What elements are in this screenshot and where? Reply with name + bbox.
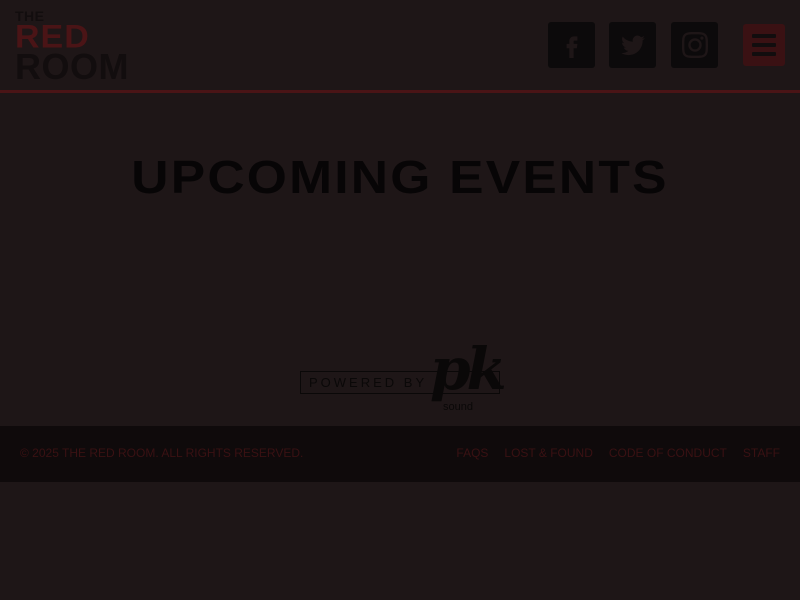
copyright-text: © 2025 THE RED ROOM. ALL RIGHTS RESERVED… (20, 446, 304, 460)
logo-line-room: ROOM (15, 46, 129, 87)
hamburger-menu-button[interactable] (743, 24, 785, 66)
footer-link-code-of-conduct[interactable]: CODE OF CONDUCT (609, 446, 727, 460)
footer-link-lost-found[interactable]: LOST & FOUND (504, 446, 592, 460)
pk-brand-sub: sound (443, 401, 473, 413)
powered-by-text: POWERED BY (309, 375, 428, 390)
site-header: THE RED ROOM (0, 0, 800, 93)
facebook-button[interactable] (548, 22, 595, 68)
powered-by-pk-sound-logo[interactable]: POWERED BY pk sound (300, 335, 507, 420)
pk-brand-mark: pk (430, 335, 507, 403)
site-logo[interactable]: THE RED ROOM (15, 9, 160, 87)
menu-bar (752, 34, 776, 38)
twitter-button[interactable] (609, 22, 656, 68)
instagram-button[interactable] (671, 22, 718, 68)
page-title: UPCOMING EVENTS (131, 151, 669, 203)
instagram-icon (681, 32, 708, 58)
footer-link-faqs[interactable]: FAQS (456, 446, 488, 460)
twitter-icon (620, 35, 645, 56)
menu-bar (752, 43, 776, 47)
menu-bar (752, 52, 776, 56)
footer-nav: FAQS LOST & FOUND CODE OF CONDUCT STAFF (456, 446, 780, 460)
facebook-icon (566, 36, 577, 58)
footer-link-staff[interactable]: STAFF (743, 446, 780, 460)
site-footer: © 2025 THE RED ROOM. ALL RIGHTS RESERVED… (0, 426, 800, 482)
